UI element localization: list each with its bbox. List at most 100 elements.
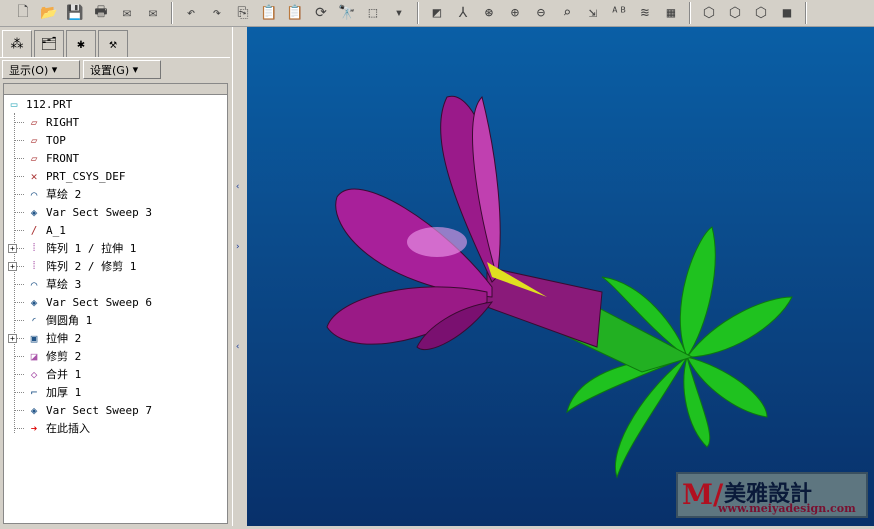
- hidden-line-button[interactable]: ⬡: [724, 2, 746, 24]
- refit-button[interactable]: ⌕: [556, 2, 578, 24]
- axis-icon: /: [30, 223, 38, 237]
- tree-item-label: RIGHT: [46, 115, 80, 129]
- csys-button[interactable]: ⅄: [452, 2, 474, 24]
- spin-center-button[interactable]: ⊛: [478, 2, 500, 24]
- tree-item[interactable]: ◇ 合并 1: [4, 365, 227, 383]
- refit-icon: ⌕: [562, 5, 572, 21]
- paste-button[interactable]: 📋: [258, 2, 280, 24]
- expand-toggle[interactable]: +: [8, 261, 17, 271]
- save-button[interactable]: 💾: [64, 2, 86, 24]
- tree-item-label: 拉伸 2: [46, 332, 82, 345]
- tree-item-label: A_1: [46, 223, 66, 237]
- tree-item[interactable]: + ▣ 拉伸 2: [4, 329, 227, 347]
- tree-item[interactable]: ⌐ 加厚 1: [4, 383, 227, 401]
- show-menu-button[interactable]: 显示(O) ▾: [2, 60, 80, 79]
- folder-browser-tab[interactable]: 🗂: [34, 30, 64, 57]
- tree-item[interactable]: / A_1: [4, 221, 227, 239]
- redo-button[interactable]: ↷: [206, 2, 228, 24]
- dropdown-button[interactable]: ▾: [388, 2, 410, 24]
- no-hidden-button[interactable]: ⬡: [750, 2, 772, 24]
- tree-item-label: 修剪 2: [46, 350, 82, 363]
- tree-item[interactable]: ◈ Var Sect Sweep 3: [4, 203, 227, 221]
- expand-toggle[interactable]: +: [8, 333, 17, 343]
- petals: [326, 95, 603, 351]
- undo-button[interactable]: ↶: [180, 2, 202, 24]
- print-button[interactable]: 🖶: [90, 2, 112, 24]
- tree-item[interactable]: ⌒ 草绘 3: [4, 275, 227, 293]
- save-icon: 💾: [66, 5, 84, 21]
- tree-item[interactable]: ◈ Var Sect Sweep 6: [4, 293, 227, 311]
- sweep-icon: ◈: [30, 205, 38, 219]
- tree-item[interactable]: + ⁞ 阵列 2 / 修剪 1: [4, 257, 227, 275]
- email-link-button[interactable]: ✉: [142, 2, 164, 24]
- hidden-line-icon: ⬡: [728, 5, 742, 21]
- model-tree: ▭ 112.PRT ▱ RIGHT ▱ TOP ▱ FRONT ✕ PRT_CSYS_DEF ⌒ 草绘…: [3, 94, 228, 524]
- panel-splitter[interactable]: ‹ › ‹: [232, 27, 246, 526]
- tree-item[interactable]: ▱ RIGHT: [4, 113, 227, 131]
- paste-special-button[interactable]: 📋: [284, 2, 306, 24]
- show-menu-label: 显示(O): [9, 63, 49, 77]
- tree-item-label: FRONT: [46, 151, 80, 165]
- spin-center-icon: ⊛: [484, 5, 494, 21]
- tree-item-label: 倒圆角 1: [46, 314, 93, 327]
- main-toolbar: 🗋 📂 💾 🖶 ✉ ✉ ↶ ↷ ⎘ 📋 📋 ⟳ 🔭 ⬚ ▾ ◩ ⅄ ⊛ ⊕ ⊖ ⌕ ⇲ ᴬᴮ ≋ ▦ ⬡ ⬡ ⬡ ■: [0, 0, 874, 27]
- sweep-icon: ◈: [30, 295, 38, 309]
- new-button[interactable]: 🗋: [12, 2, 34, 24]
- regenerate-button[interactable]: ⟳: [310, 2, 332, 24]
- connections-tab[interactable]: ⚒: [98, 30, 128, 57]
- shading-icon: ■: [782, 5, 792, 21]
- tree-item[interactable]: ✕ PRT_CSYS_DEF: [4, 167, 227, 185]
- sweep-icon: ◈: [30, 403, 38, 417]
- zoom-in-button[interactable]: ⊕: [504, 2, 526, 24]
- round-icon: ◜: [30, 313, 38, 327]
- zoom-out-icon: ⊖: [536, 5, 546, 21]
- tree-item-label: TOP: [46, 133, 66, 147]
- tree-item-label: 在此插入: [46, 422, 90, 435]
- email-link-icon: ✉: [148, 5, 158, 21]
- expand-toggle[interactable]: +: [8, 243, 17, 253]
- sketch-icon: ⌒: [30, 277, 38, 291]
- datum-plane-icon: ▱: [30, 133, 38, 147]
- toolbar-separator: [171, 2, 173, 24]
- extrude-icon: ▣: [30, 331, 38, 345]
- tree-item-label: 合并 1: [46, 368, 82, 381]
- layers-button[interactable]: ≋: [634, 2, 656, 24]
- thicken-icon: ⌐: [30, 385, 38, 399]
- undo-icon: ↶: [186, 5, 196, 21]
- tree-item-label: Var Sect Sweep 7: [46, 403, 152, 417]
- zoom-out-button[interactable]: ⊖: [530, 2, 552, 24]
- graphics-viewport[interactable]: M/ 美雅設計 www.meiyadesign.com: [247, 27, 874, 526]
- watermark-url: www.meiyadesign.com: [718, 502, 856, 515]
- flower-model: [326, 95, 793, 479]
- wireframe-icon: ⬡: [702, 5, 716, 21]
- tree-item[interactable]: ◪ 修剪 2: [4, 347, 227, 365]
- open-button[interactable]: 📂: [38, 2, 60, 24]
- regenerate-icon: ⟳: [315, 5, 327, 21]
- tree-item-label: 112.PRT: [26, 97, 73, 111]
- select-box-button[interactable]: ⬚: [362, 2, 384, 24]
- view-manager-button[interactable]: ▦: [660, 2, 682, 24]
- toolbar-separator: [805, 2, 807, 24]
- model-tree-tab[interactable]: ⁂: [2, 30, 32, 57]
- copy-button[interactable]: ⎘: [232, 2, 254, 24]
- tree-item[interactable]: ➔ 在此插入: [4, 419, 227, 437]
- tree-item[interactable]: ▱ TOP: [4, 131, 227, 149]
- tree-item[interactable]: + ⁞ 阵列 1 / 拉伸 1: [4, 239, 227, 257]
- tree-item[interactable]: ⌒ 草绘 2: [4, 185, 227, 203]
- tree-item[interactable]: ▱ FRONT: [4, 149, 227, 167]
- annotation-button[interactable]: ᴬᴮ: [608, 2, 630, 24]
- tree-item-label: Var Sect Sweep 6: [46, 295, 152, 309]
- trim-icon: ◪: [30, 349, 38, 363]
- tree-item[interactable]: ◜ 倒圆角 1: [4, 311, 227, 329]
- datum-display-button[interactable]: ◩: [426, 2, 448, 24]
- tree-item[interactable]: ◈ Var Sect Sweep 7: [4, 401, 227, 419]
- tree-item[interactable]: ▭ 112.PRT: [4, 95, 227, 113]
- favorites-tab[interactable]: ✱: [66, 30, 96, 57]
- find-button[interactable]: 🔭: [336, 2, 358, 24]
- shading-button[interactable]: ■: [776, 2, 798, 24]
- wireframe-button[interactable]: ⬡: [698, 2, 720, 24]
- settings-menu-button[interactable]: 设置(G) ▾: [83, 60, 161, 79]
- email-button[interactable]: ✉: [116, 2, 138, 24]
- orient-button[interactable]: ⇲: [582, 2, 604, 24]
- tree-item-label: 阵列 1 / 拉伸 1: [46, 242, 137, 255]
